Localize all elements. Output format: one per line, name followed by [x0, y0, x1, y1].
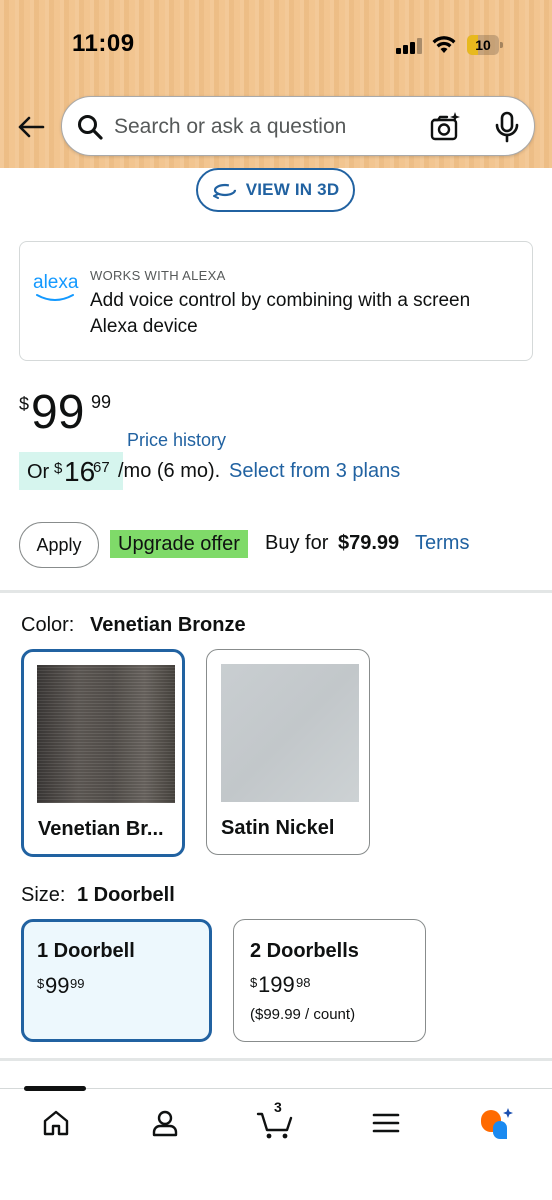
alexa-kicker: WORKS WITH ALEXA — [90, 268, 226, 283]
select-plans-link[interactable]: Select from 3 plans — [229, 460, 400, 483]
size-label: Size: — [21, 884, 66, 906]
microphone-icon[interactable] — [492, 111, 522, 143]
size-option-symbol: $ — [37, 976, 45, 991]
view-in-3d-button[interactable]: VIEW IN 3D — [196, 168, 355, 212]
alexa-card[interactable]: alexa WORKS WITH ALEXA Add voice control… — [19, 241, 533, 361]
monthly-prefix: Or — [27, 461, 50, 483]
cart-count: 3 — [274, 1099, 282, 1115]
bottom-nav: 3 — [0, 1086, 552, 1200]
size-option-title: 2 Doorbells — [250, 940, 359, 962]
size-option-per-count: ($99.99 / count) — [250, 1006, 356, 1023]
header: 11:09 10 — [0, 0, 552, 168]
section-divider — [0, 590, 552, 593]
cellular-signal-icon — [396, 38, 422, 54]
nav-home[interactable] — [34, 1103, 78, 1143]
price-whole: 99 — [31, 386, 85, 439]
nav-account[interactable] — [143, 1103, 187, 1143]
color-selected-value: Venetian Bronze — [90, 614, 246, 636]
satin-nickel-swatch — [221, 664, 359, 802]
size-option-whole: 99 — [45, 973, 70, 998]
search-bar[interactable] — [61, 96, 535, 156]
monthly-symbol: $ — [54, 460, 63, 477]
battery-icon: 10 — [467, 35, 503, 55]
price-fraction: 99 — [91, 392, 112, 412]
color-label: Color: — [21, 614, 75, 636]
monthly-whole: 16 — [64, 456, 96, 487]
alexa-smile-icon — [36, 294, 74, 301]
size-option-fraction: 99 — [70, 976, 85, 991]
color-option-venetian-bronze[interactable]: Venetian Br... — [21, 649, 185, 857]
alexa-description: Add voice control by combining with a sc… — [90, 290, 471, 337]
size-option-symbol: $ — [250, 975, 258, 990]
size-option-title: 1 Doorbell — [37, 940, 135, 962]
search-icon — [78, 115, 103, 140]
nav-rufus[interactable] — [474, 1103, 518, 1143]
battery-level: 10 — [475, 37, 491, 53]
terms-link[interactable]: Terms — [415, 532, 469, 555]
monthly-fraction: 67 — [93, 459, 110, 476]
active-tab-indicator — [24, 1086, 86, 1091]
account-icon — [152, 1110, 178, 1137]
price-symbol: $ — [19, 394, 30, 414]
camera-lens-icon[interactable] — [429, 111, 461, 143]
menu-icon — [372, 1113, 400, 1133]
color-option-label: Satin Nickel — [221, 817, 335, 839]
venetian-bronze-swatch — [37, 665, 175, 803]
buy-price: $79.99 — [338, 532, 400, 554]
home-icon — [43, 1110, 69, 1136]
back-button[interactable] — [14, 110, 48, 144]
size-option-fraction: 98 — [296, 975, 311, 990]
color-option-label: Venetian Br... — [38, 818, 164, 840]
color-option-satin-nickel[interactable]: Satin Nickel — [206, 649, 370, 855]
size-selected-value: 1 Doorbell — [77, 884, 175, 906]
arrow-left-icon — [18, 116, 45, 138]
size-option-2-doorbells[interactable]: 2 Doorbells $ 199 98 ($99.99 / count) — [233, 919, 426, 1042]
section-divider — [0, 1058, 552, 1061]
wifi-icon — [432, 36, 456, 53]
nav-menu[interactable] — [364, 1103, 408, 1143]
rufus-icon — [481, 1108, 513, 1139]
status-bar: 11:09 10 — [0, 0, 552, 90]
size-option-1-doorbell[interactable]: 1 Doorbell $ 99 99 — [21, 919, 212, 1042]
upgrade-offer-badge: Upgrade offer — [110, 530, 248, 558]
price-history-link[interactable]: Price history — [127, 430, 226, 451]
search-input[interactable] — [114, 109, 404, 145]
size-option-whole: 199 — [258, 972, 295, 997]
alexa-logo: alexa — [33, 272, 79, 306]
nav-cart[interactable]: 3 — [253, 1099, 297, 1143]
status-time: 11:09 — [72, 30, 135, 57]
apply-button[interactable]: Apply — [19, 522, 99, 568]
buy-for-label: Buy for — [265, 532, 329, 554]
alexa-logo-text: alexa — [33, 272, 79, 293]
rotate-3d-icon — [212, 183, 236, 199]
monthly-suffix: /mo (6 mo). — [118, 460, 221, 482]
view-in-3d-label: VIEW IN 3D — [245, 180, 340, 199]
